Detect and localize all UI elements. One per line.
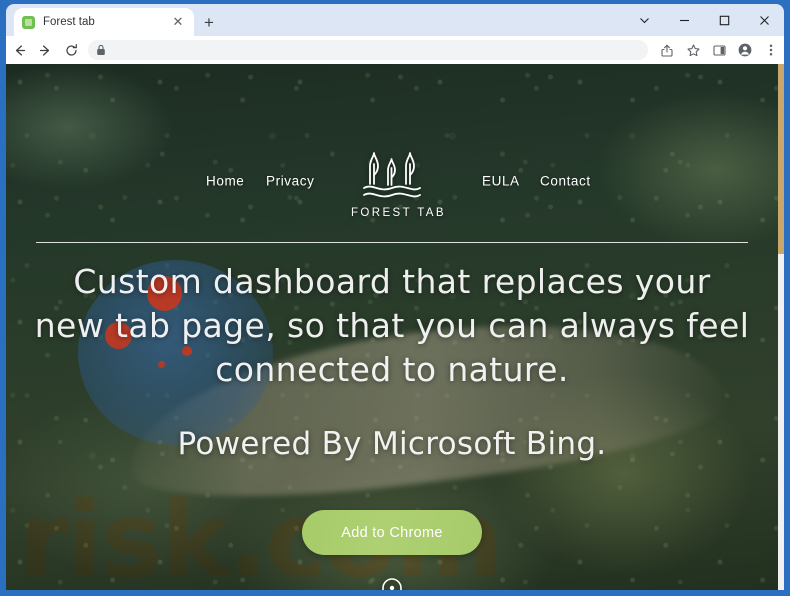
menu-icon[interactable]	[758, 37, 784, 63]
close-icon[interactable]: ✕	[170, 14, 186, 30]
hero-subline: Powered By Microsoft Bing.	[177, 426, 607, 462]
add-to-chrome-button[interactable]: Add to Chrome	[302, 510, 482, 555]
scrollbar-track[interactable]	[778, 64, 784, 590]
scroll-indicator[interactable]	[6, 577, 778, 590]
lock-icon	[96, 44, 106, 56]
browser-toolbar	[6, 36, 784, 64]
cta-container: Add to Chrome	[6, 510, 778, 555]
share-icon[interactable]	[654, 37, 680, 63]
browser-tab[interactable]: Forest tab ✕	[14, 8, 194, 36]
scrollbar-thumb[interactable]	[778, 64, 784, 254]
profile-icon[interactable]	[732, 37, 758, 63]
forward-icon[interactable]	[32, 37, 58, 63]
favicon-icon	[22, 15, 35, 29]
page-viewport: risk.com Home Privacy EULA Contact FORES…	[6, 64, 784, 590]
new-tab-button[interactable]: +	[198, 12, 220, 34]
nav-item-home[interactable]: Home	[206, 174, 244, 189]
hero-section: Custom dashboard that replaces your new …	[6, 260, 778, 590]
three-trees-over-water-icon	[363, 152, 421, 198]
tab-strip: Forest tab ✕ +	[6, 4, 784, 36]
minimize-icon[interactable]	[664, 4, 704, 36]
window-controls	[624, 4, 784, 36]
mouse-scroll-icon	[382, 578, 402, 590]
chevron-down-icon[interactable]	[624, 4, 664, 36]
site-navigation: Home Privacy EULA Contact FOREST TAB	[6, 64, 778, 219]
reload-icon[interactable]	[58, 37, 84, 63]
close-window-icon[interactable]	[744, 4, 784, 36]
back-icon[interactable]	[6, 37, 32, 63]
hero-headline: Custom dashboard that replaces your new …	[34, 262, 750, 389]
browser-window: Forest tab ✕ + risk.com Home Privacy EUL…	[0, 0, 790, 596]
nav-divider	[36, 242, 748, 243]
site-logo[interactable]: FOREST TAB	[351, 152, 446, 219]
side-panel-icon[interactable]	[706, 37, 732, 63]
maximize-icon[interactable]	[704, 4, 744, 36]
nav-item-privacy[interactable]: Privacy	[266, 174, 314, 189]
nav-item-contact[interactable]: Contact	[540, 174, 591, 189]
address-bar[interactable]	[88, 40, 648, 60]
nav-item-eula[interactable]: EULA	[482, 174, 520, 189]
toolbar-actions	[654, 37, 784, 63]
tab-title: Forest tab	[43, 16, 95, 28]
logo-wordmark: FOREST TAB	[351, 207, 446, 219]
bookmark-star-icon[interactable]	[680, 37, 706, 63]
